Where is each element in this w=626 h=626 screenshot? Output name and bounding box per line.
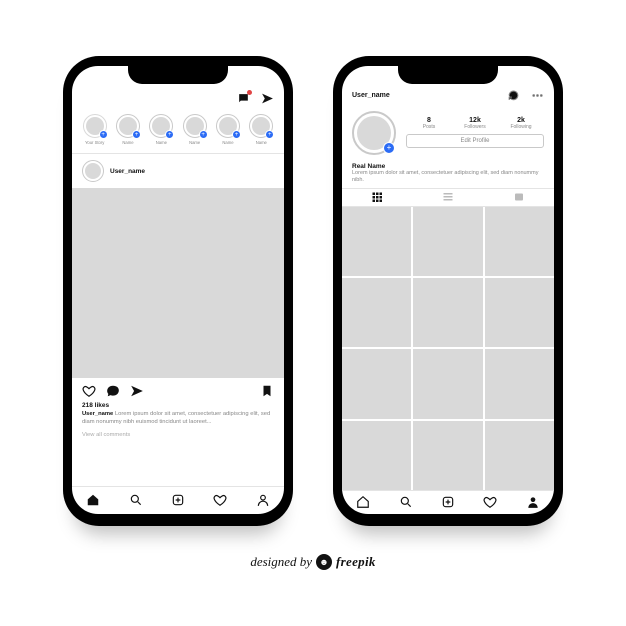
stat-posts[interactable]: 8 Posts <box>410 117 448 130</box>
tab-profile[interactable] <box>526 495 540 511</box>
grid-cell[interactable] <box>342 421 411 490</box>
tab-search[interactable] <box>129 493 143 509</box>
story-item[interactable]: + Name <box>247 114 276 145</box>
grid-cell[interactable] <box>485 278 554 347</box>
add-story-icon[interactable]: + <box>99 130 108 139</box>
grid-cell[interactable] <box>342 207 411 276</box>
phone-profile: User_name + 8 Posts <box>333 56 563 526</box>
story-label: Name <box>189 140 200 145</box>
view-comments-link[interactable]: View all comments <box>72 428 284 444</box>
post-username[interactable]: User_name <box>110 168 145 175</box>
profile-username[interactable]: User_name <box>352 92 390 99</box>
story-label: Your Story <box>85 140 104 145</box>
attribution: designed by ☻ freepik <box>250 554 375 570</box>
freepik-logo-icon: ☻ <box>316 554 332 570</box>
tab-add[interactable] <box>171 493 185 509</box>
story-label: Name <box>222 140 233 145</box>
tab-home[interactable] <box>86 493 100 509</box>
grid-cell[interactable] <box>485 421 554 490</box>
story-item[interactable]: + Name <box>147 114 176 145</box>
grid-cell[interactable] <box>413 349 482 418</box>
tab-activity[interactable] <box>213 493 227 509</box>
profile-tabs <box>342 188 554 207</box>
activity-icon[interactable] <box>236 91 250 105</box>
comment-icon[interactable] <box>106 384 120 400</box>
story-item[interactable]: + Name <box>180 114 209 145</box>
story-badge-icon: + <box>165 130 174 139</box>
story-label: Name <box>256 140 267 145</box>
post-image[interactable] <box>72 188 284 378</box>
like-count[interactable]: 218 likes <box>72 402 284 409</box>
story-badge-icon: + <box>265 130 274 139</box>
post-avatar[interactable] <box>82 160 104 182</box>
story-item[interactable]: + Name <box>113 114 142 145</box>
notification-badge <box>247 90 252 95</box>
story-label: Name <box>122 140 133 145</box>
caption-username[interactable]: User_name <box>82 411 113 417</box>
feed-header <box>72 88 284 108</box>
device-notch <box>128 66 228 84</box>
post-caption: User_name Lorem ipsum dolor sit amet, co… <box>72 409 284 428</box>
story-your-story[interactable]: + Your Story <box>80 114 109 145</box>
grid-cell[interactable] <box>485 349 554 418</box>
stat-following[interactable]: 2k Following <box>502 117 540 130</box>
profile-bio-text: Lorem ipsum dolor sit amet, consectetuer… <box>352 170 544 184</box>
tab-bar <box>72 486 284 514</box>
profile-avatar[interactable]: + <box>352 111 396 155</box>
tab-search[interactable] <box>399 495 413 511</box>
story-badge-icon: + <box>199 130 208 139</box>
like-icon[interactable] <box>82 384 96 400</box>
story-label: Name <box>156 140 167 145</box>
story-item[interactable]: + Name <box>213 114 242 145</box>
add-story-icon[interactable]: + <box>383 142 395 154</box>
post-header[interactable]: User_name <box>72 154 284 188</box>
stats-row: 8 Posts 12k Followers 2k Following <box>406 117 544 130</box>
story-badge-icon: + <box>132 130 141 139</box>
tab-activity[interactable] <box>483 495 497 511</box>
tab-add[interactable] <box>441 495 455 511</box>
stories-row: + Your Story + Name + Name + Name + Na <box>72 108 284 154</box>
grid-cell[interactable] <box>342 278 411 347</box>
grid-cell[interactable] <box>485 207 554 276</box>
tab-grid[interactable] <box>342 189 413 206</box>
tab-bar <box>342 490 554 514</box>
grid-cell[interactable] <box>413 207 482 276</box>
profile-bio: Real Name Lorem ipsum dolor sit amet, co… <box>342 159 554 188</box>
stat-label: Followers <box>456 125 494 131</box>
phone-feed: + Your Story + Name + Name + Name + Na <box>63 56 293 526</box>
profile-grid <box>342 207 554 490</box>
tab-profile[interactable] <box>256 493 270 509</box>
profile-real-name: Real Name <box>352 163 544 170</box>
attribution-brand: freepik <box>336 554 376 570</box>
stat-label: Posts <box>410 125 448 131</box>
tab-tagged[interactable] <box>483 189 554 206</box>
edit-profile-button[interactable]: Edit Profile <box>406 134 544 148</box>
grid-cell[interactable] <box>413 421 482 490</box>
direct-icon[interactable] <box>260 91 274 105</box>
bookmark-icon[interactable] <box>260 384 274 400</box>
stat-label: Following <box>502 125 540 131</box>
post-actions <box>72 378 284 402</box>
share-icon[interactable] <box>130 384 144 400</box>
tab-list[interactable] <box>413 189 484 206</box>
profile-header: User_name <box>342 85 554 105</box>
profile-top: + 8 Posts 12k Followers 2k <box>342 105 554 159</box>
attribution-pre: designed by <box>250 554 312 570</box>
grid-cell[interactable] <box>413 278 482 347</box>
stat-followers[interactable]: 12k Followers <box>456 117 494 130</box>
grid-cell[interactable] <box>342 349 411 418</box>
device-notch <box>398 66 498 84</box>
refresh-icon[interactable] <box>506 89 520 103</box>
menu-icon[interactable] <box>530 89 544 103</box>
tab-home[interactable] <box>356 495 370 511</box>
story-badge-icon: + <box>232 130 241 139</box>
